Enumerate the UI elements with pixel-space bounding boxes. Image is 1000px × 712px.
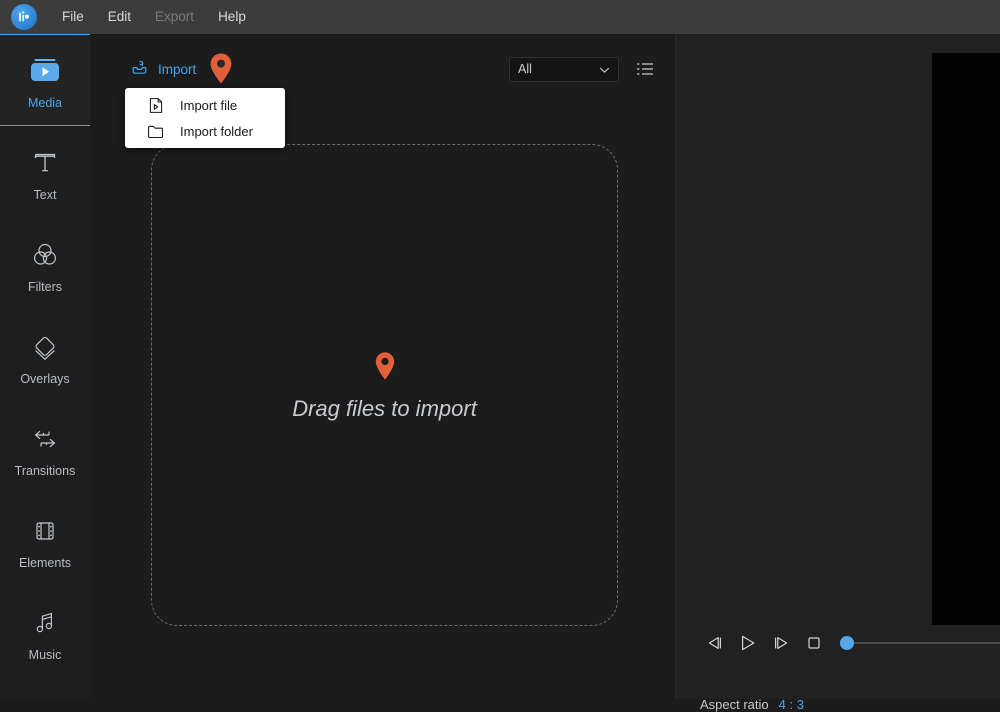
- music-note-icon: [29, 603, 61, 643]
- sidebar-item-label-media: Media: [28, 97, 62, 110]
- sidebar-item-filters[interactable]: Filters: [0, 218, 90, 310]
- menu-edit[interactable]: Edit: [97, 7, 142, 27]
- sidebar-item-music[interactable]: Music: [0, 586, 90, 678]
- dropzone-label: Drag files to import: [292, 398, 477, 420]
- import-button-label: Import: [158, 63, 196, 77]
- import-button[interactable]: Import: [130, 58, 196, 82]
- video-preview-stage[interactable]: [932, 53, 1000, 625]
- menu-help[interactable]: Help: [207, 7, 257, 27]
- menu-export: Export: [144, 7, 205, 27]
- map-pin-marker-icon: [209, 52, 233, 90]
- app-logo-icon: [11, 4, 37, 30]
- sidebar-item-label-elements: Elements: [19, 557, 71, 570]
- seek-track: [846, 642, 1000, 644]
- sidebar-item-label-transitions: Transitions: [15, 465, 76, 478]
- import-menu-popup: Import file Import folder: [125, 88, 285, 148]
- file-video-icon: [147, 97, 164, 114]
- sidebar-item-text[interactable]: Text: [0, 126, 90, 218]
- sidebar-item-overlays[interactable]: Overlays: [0, 310, 90, 402]
- menu-item-import-file[interactable]: Import file: [125, 92, 285, 118]
- filters-venn-icon: [29, 235, 61, 275]
- text-t-icon: [29, 143, 61, 183]
- media-play-icon: [28, 51, 62, 91]
- stop-button[interactable]: [797, 628, 830, 658]
- media-filter-select[interactable]: All: [509, 57, 619, 82]
- list-view-icon[interactable]: [634, 58, 656, 80]
- aspect-ratio-label: Aspect ratio: [700, 698, 769, 711]
- sidebar-item-label-filters: Filters: [28, 281, 62, 294]
- import-tray-icon: [130, 58, 149, 82]
- folder-icon: [147, 123, 164, 140]
- aspect-ratio-row: Aspect ratio 4 : 3: [700, 698, 804, 711]
- elements-film-icon: [29, 511, 61, 551]
- previous-frame-button[interactable]: [698, 628, 731, 658]
- map-pin-marker-icon: [374, 351, 396, 386]
- media-filter-value: All: [518, 63, 599, 76]
- sidebar-rail: Media Text: [0, 34, 91, 699]
- menu-item-import-file-label: Import file: [180, 99, 237, 112]
- next-frame-button[interactable]: [764, 628, 797, 658]
- app-window: File Edit Export Help Media: [0, 0, 1000, 699]
- overlays-layers-icon: [28, 327, 62, 367]
- seek-slider[interactable]: [832, 634, 1000, 652]
- seek-handle[interactable]: [840, 636, 854, 650]
- menu-file[interactable]: File: [51, 7, 95, 27]
- sidebar-item-label-overlays: Overlays: [20, 373, 69, 386]
- sidebar-item-transitions[interactable]: Transitions: [0, 402, 90, 494]
- preview-panel: Aspect ratio 4 : 3: [676, 34, 1000, 699]
- media-dropzone[interactable]: Drag files to import: [151, 144, 618, 626]
- menu-item-import-folder[interactable]: Import folder: [125, 118, 285, 144]
- aspect-ratio-value[interactable]: 4 : 3: [779, 698, 804, 711]
- sidebar-item-label-text: Text: [34, 189, 57, 202]
- chevron-down-icon: [599, 61, 610, 79]
- menu-item-import-folder-label: Import folder: [180, 125, 253, 138]
- sidebar-item-label-music: Music: [29, 649, 62, 662]
- title-menu-bar: File Edit Export Help: [0, 0, 1000, 34]
- play-button[interactable]: [731, 628, 764, 658]
- sidebar-item-elements[interactable]: Elements: [0, 494, 90, 586]
- sidebar-item-media[interactable]: Media: [0, 34, 90, 126]
- transitions-arrows-icon: [27, 419, 63, 459]
